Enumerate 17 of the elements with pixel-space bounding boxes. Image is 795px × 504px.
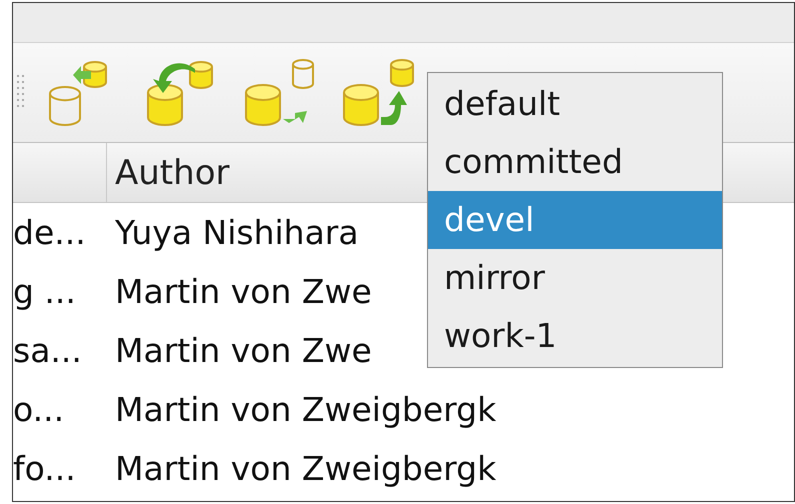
- table-cell-text: g ...: [13, 270, 77, 312]
- table-cell-text: de...: [13, 212, 87, 254]
- menu-item[interactable]: devel: [428, 191, 722, 249]
- table-cell-text: Martin von Zwe: [114, 330, 372, 372]
- menu-item[interactable]: default: [428, 75, 722, 133]
- table-cell-text: sa...: [13, 330, 83, 372]
- table-cell-text: Martin von Zwe: [114, 270, 372, 312]
- table-cell-text: Martin von Zweigbergk: [114, 388, 496, 430]
- column-header[interactable]: Author: [107, 143, 407, 202]
- table-cell-text: fo...: [13, 448, 77, 490]
- menu-item[interactable]: work-1: [428, 307, 722, 365]
- table-cell-text: o...: [13, 388, 66, 430]
- table-cell-text: Martin von Zweigbergk: [114, 448, 496, 490]
- table-cell-text: Yuya Nishihara: [114, 212, 359, 254]
- database-up-arrow-icon[interactable]: [341, 56, 417, 128]
- menu-item[interactable]: mirror: [428, 249, 722, 307]
- menu-item[interactable]: committed: [428, 133, 722, 191]
